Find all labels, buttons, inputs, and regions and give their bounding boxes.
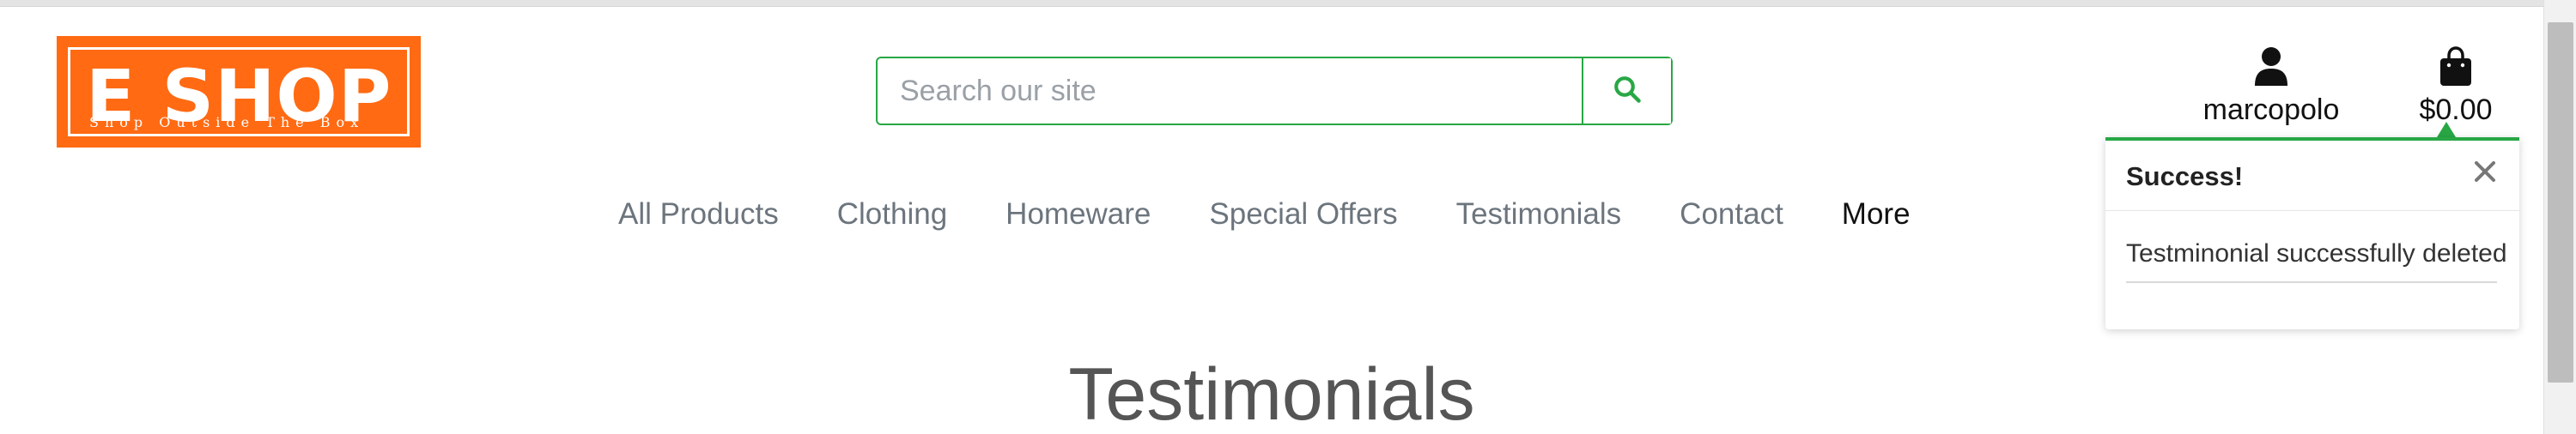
search-bar <box>876 57 1673 125</box>
main-nav: All Products Clothing Homeware Special O… <box>618 190 1911 238</box>
account-username: marcopolo <box>2202 93 2340 126</box>
logo[interactable]: E SHOP Shop Outside The Box <box>57 36 421 148</box>
page-title: Testimonials <box>1068 353 1475 434</box>
nav-more[interactable]: More <box>1842 190 1911 238</box>
nav-testimonials[interactable]: Testimonials <box>1456 190 1622 238</box>
close-icon <box>2474 160 2496 187</box>
vertical-scrollbar[interactable] <box>2543 0 2576 434</box>
toast-arrow <box>2437 122 2456 137</box>
toast-close-button[interactable] <box>2468 156 2502 190</box>
cart-total: $0.00 <box>2419 93 2493 126</box>
nav-all-products[interactable]: All Products <box>618 190 779 238</box>
success-toast: Success! Testminonial successfully delet… <box>2105 137 2519 329</box>
toast-message: Testminonial successfully deleted <box>2126 237 2507 283</box>
toast-header: Success! <box>2105 141 2519 211</box>
shopping-bag-icon <box>2404 46 2507 86</box>
scrollbar-thumb[interactable] <box>2548 22 2573 383</box>
logo-frame: E SHOP Shop Outside The Box <box>68 47 410 136</box>
nav-special-offers[interactable]: Special Offers <box>1209 190 1397 238</box>
cart-link[interactable]: $0.00 <box>2404 46 2507 132</box>
search-icon <box>1612 74 1643 109</box>
logo-tagline: Shop Outside The Box <box>89 114 365 130</box>
nav-homeware[interactable]: Homeware <box>1005 190 1151 238</box>
account-link[interactable]: marcopolo <box>2181 46 2361 132</box>
toast-title: Success! <box>2126 161 2244 191</box>
user-icon <box>2181 46 2361 86</box>
search-button[interactable] <box>1582 58 1671 124</box>
nav-contact[interactable]: Contact <box>1680 190 1783 238</box>
search-input[interactable] <box>878 58 1582 124</box>
top-border <box>0 0 2543 7</box>
nav-clothing[interactable]: Clothing <box>837 190 947 238</box>
